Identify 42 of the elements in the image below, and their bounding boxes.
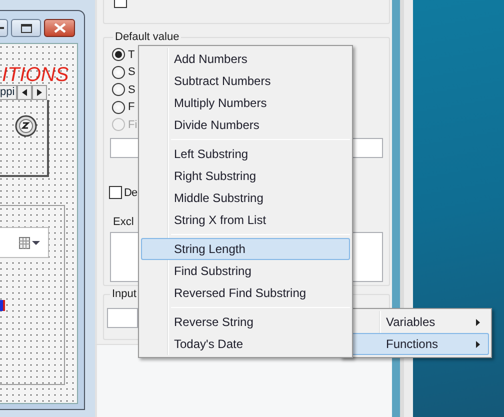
menu-item[interactable]: Find Substring [141, 260, 350, 282]
checkbox[interactable] [109, 186, 122, 200]
right-arrow-icon [36, 89, 42, 96]
date-dropdown[interactable] [0, 227, 49, 258]
menu-item[interactable]: Reverse String [141, 311, 350, 333]
radio-label: F [128, 100, 135, 115]
radio-button[interactable] [112, 83, 125, 96]
radio-label: S [128, 82, 136, 98]
heading-text: ITIONS [2, 64, 69, 86]
scroll-left-button[interactable] [16, 85, 32, 100]
maximize-icon [20, 24, 32, 32]
menu-item[interactable]: Multiply Numbers [141, 92, 350, 114]
input-field[interactable] [107, 308, 138, 328]
menu-item[interactable]: Reversed Find Substring [141, 282, 350, 304]
radio-button[interactable] [112, 48, 125, 62]
checkbox-label: De [124, 186, 138, 200]
calendar-icon [19, 236, 30, 248]
menu-item[interactable]: Middle Substring [141, 187, 350, 209]
left-arrow-icon [22, 89, 27, 96]
radio-label: T [128, 48, 135, 62]
close-button[interactable] [44, 19, 75, 37]
tab[interactable]: ppi [0, 85, 17, 100]
close-icon [54, 23, 66, 33]
menu-item[interactable]: Divide Numbers [141, 114, 350, 136]
submenu-arrow-icon [476, 318, 480, 326]
caret-icon [32, 240, 40, 244]
submenu-arrow-icon [476, 340, 480, 348]
group-caption: Input [110, 287, 138, 301]
marker-icon [0, 300, 5, 311]
list-label: Excl [113, 215, 134, 229]
maximize-button[interactable] [11, 19, 42, 37]
menu-item[interactable]: Right Substring [141, 165, 350, 187]
radio-button[interactable] [112, 66, 125, 79]
radio-label: Fi [128, 118, 138, 132]
menu-item[interactable]: String Length [141, 238, 350, 260]
menu-item[interactable]: Subtract Numbers [141, 70, 350, 92]
radio-label: S [128, 65, 136, 80]
scroll-right-button[interactable] [32, 85, 47, 100]
radio-button[interactable] [112, 100, 125, 114]
menu-item[interactable]: String X from List [141, 209, 350, 231]
menu-item[interactable]: Left Substring [141, 143, 350, 165]
menu-item[interactable]: Add Numbers [141, 48, 350, 70]
